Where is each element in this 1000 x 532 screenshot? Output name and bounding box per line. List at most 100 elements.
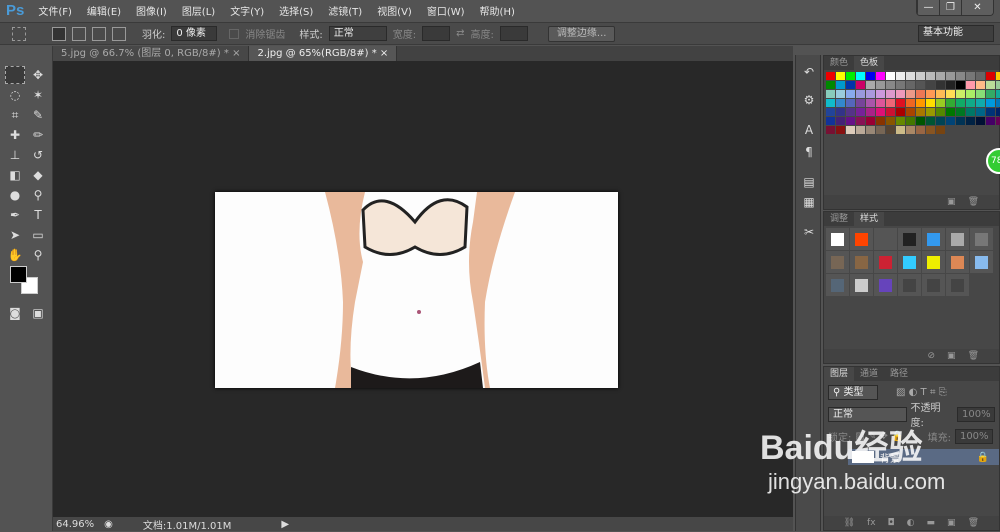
color-swatch[interactable] xyxy=(886,117,895,125)
color-swatch[interactable] xyxy=(846,81,855,89)
style-swatch[interactable] xyxy=(922,251,945,273)
adjustment-icon[interactable]: ◐ xyxy=(907,516,915,530)
healing-brush-icon[interactable]: ✚ xyxy=(5,126,25,144)
color-swatch[interactable] xyxy=(926,72,935,80)
color-swatch[interactable] xyxy=(886,126,895,134)
color-swatch[interactable] xyxy=(866,99,875,107)
color-swatch[interactable] xyxy=(926,117,935,125)
subtract-selection-icon[interactable] xyxy=(92,26,106,41)
tab-adjustments[interactable]: 调整 xyxy=(824,212,854,226)
tab-close-icon[interactable]: × xyxy=(232,48,240,59)
intersect-selection-icon[interactable] xyxy=(112,26,126,41)
color-swatch[interactable] xyxy=(846,90,855,98)
color-swatch[interactable] xyxy=(836,90,845,98)
path-select-icon[interactable]: ➤ xyxy=(5,226,25,244)
color-swatch[interactable] xyxy=(926,108,935,116)
color-swatch[interactable] xyxy=(836,126,845,134)
color-swatch[interactable] xyxy=(956,108,965,116)
eyedropper-icon[interactable]: ✎ xyxy=(28,106,48,124)
restore-button[interactable]: ❐ xyxy=(939,0,961,15)
style-swatch[interactable] xyxy=(922,274,945,296)
color-swatch[interactable] xyxy=(866,72,875,80)
new-swatch-icon[interactable]: ▣ xyxy=(947,195,956,209)
color-swatch[interactable] xyxy=(916,72,925,80)
color-swatch[interactable] xyxy=(946,117,955,125)
color-swatch[interactable] xyxy=(916,99,925,107)
color-swatch[interactable] xyxy=(986,72,995,80)
color-swatch[interactable] xyxy=(866,108,875,116)
color-swatch[interactable] xyxy=(906,72,915,80)
color-swatch[interactable] xyxy=(956,72,965,80)
tool-presets-icon[interactable]: ✂ xyxy=(800,225,818,241)
style-swatch[interactable] xyxy=(826,251,849,273)
color-swatch[interactable] xyxy=(906,99,915,107)
color-swatch[interactable] xyxy=(976,117,985,125)
color-swatch[interactable] xyxy=(876,126,885,134)
color-swatch[interactable] xyxy=(856,117,865,125)
color-swatch[interactable] xyxy=(946,81,955,89)
color-swatch[interactable] xyxy=(826,99,835,107)
menu-view[interactable]: 视图(V) xyxy=(377,3,412,18)
color-swatch[interactable] xyxy=(886,72,895,80)
style-swatch[interactable] xyxy=(898,274,921,296)
color-swatch[interactable] xyxy=(946,99,955,107)
color-swatch[interactable] xyxy=(876,99,885,107)
color-swatch[interactable] xyxy=(986,90,995,98)
color-swatch[interactable] xyxy=(896,99,905,107)
swap-icon[interactable]: ⇄ xyxy=(456,28,464,39)
color-swatch[interactable] xyxy=(976,72,985,80)
style-swatch[interactable] xyxy=(850,251,873,273)
history-brush-icon[interactable]: ↺ xyxy=(28,146,48,164)
add-selection-icon[interactable] xyxy=(72,26,86,41)
tab-2jpg[interactable]: 2.jpg @ 65%(RGB/8#) * × xyxy=(249,46,398,61)
style-swatch[interactable] xyxy=(874,228,897,250)
layer-filter-select[interactable]: ⚲ 类型 xyxy=(828,384,878,400)
color-swatch[interactable] xyxy=(836,99,845,107)
tab-5jpg[interactable]: 5.jpg @ 66.7% (图层 0, RGB/8#) * × xyxy=(53,46,250,61)
color-swatch[interactable] xyxy=(956,117,965,125)
zoom-level[interactable]: 64.96% xyxy=(56,519,94,530)
tab-channels[interactable]: 通道 xyxy=(854,367,884,381)
tab-layers[interactable]: 图层 xyxy=(824,367,855,381)
color-swatch[interactable] xyxy=(936,117,945,125)
style-swatch[interactable] xyxy=(946,228,969,250)
color-swatch[interactable] xyxy=(966,99,975,107)
magic-wand-icon[interactable]: ✶ xyxy=(28,86,48,104)
paragraph-panel-icon[interactable]: ¶ xyxy=(800,145,818,161)
color-swatch[interactable] xyxy=(836,81,845,89)
style-swatch[interactable] xyxy=(970,251,993,273)
brush-tool-icon[interactable]: ✏ xyxy=(28,126,48,144)
color-swatch[interactable] xyxy=(956,99,965,107)
style-swatch[interactable] xyxy=(826,274,849,296)
color-swatch[interactable] xyxy=(906,108,915,116)
color-swatch[interactable] xyxy=(856,126,865,134)
style-swatch[interactable] xyxy=(874,274,897,296)
zoom-tool-icon[interactable]: ⚲ xyxy=(28,246,48,264)
fill-input[interactable]: 100% xyxy=(954,428,993,444)
pen-tool-icon[interactable]: ✒ xyxy=(5,206,25,224)
opacity-input[interactable]: 100% xyxy=(957,406,995,422)
color-swatch[interactable] xyxy=(846,126,855,134)
menu-help[interactable]: 帮助(H) xyxy=(480,3,515,18)
feather-input[interactable]: 0 像素 xyxy=(171,26,218,41)
color-swatch[interactable] xyxy=(936,99,945,107)
color-swatch[interactable] xyxy=(966,81,975,89)
color-swatch[interactable] xyxy=(986,108,995,116)
color-swatch[interactable] xyxy=(826,81,835,89)
color-swatch[interactable] xyxy=(896,90,905,98)
hand-tool-icon[interactable]: ✋ xyxy=(5,246,25,264)
color-swatch[interactable] xyxy=(876,81,885,89)
color-swatch[interactable] xyxy=(936,72,945,80)
style-swatch[interactable] xyxy=(922,228,945,250)
color-swatch[interactable] xyxy=(856,99,865,107)
menu-window[interactable]: 窗口(W) xyxy=(427,3,465,18)
color-swatch[interactable] xyxy=(996,99,1000,107)
menu-file[interactable]: 文件(F) xyxy=(38,3,72,18)
marquee-tool-icon[interactable] xyxy=(5,66,25,84)
color-swatch[interactable] xyxy=(886,108,895,116)
character-panel-icon[interactable]: A xyxy=(800,123,818,139)
width-input[interactable] xyxy=(422,26,451,41)
color-swatch[interactable] xyxy=(896,72,905,80)
color-swatch[interactable] xyxy=(956,81,965,89)
color-swatch[interactable] xyxy=(966,108,975,116)
